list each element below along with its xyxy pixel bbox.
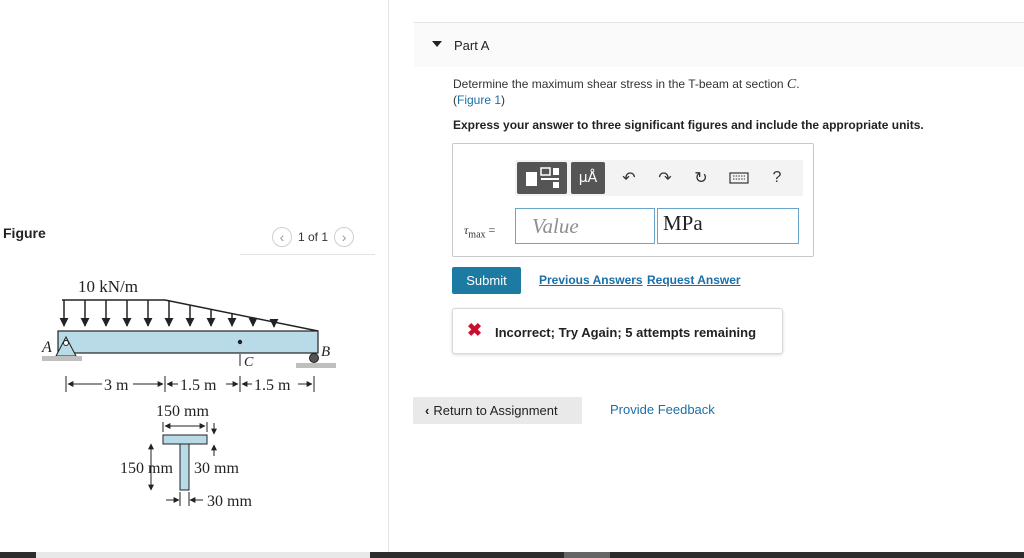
- instructions: Express your answer to three significant…: [453, 118, 924, 132]
- t-flange: [162, 434, 208, 445]
- web-thickness-label: 30 mm: [207, 493, 252, 510]
- return-label: Return to Assignment: [433, 403, 558, 418]
- flange-width-dim: [162, 422, 208, 432]
- question-prefix: Determine the maximum shear stress in th…: [453, 77, 787, 91]
- caret-down-icon: [432, 41, 442, 47]
- templates-button[interactable]: [517, 162, 567, 194]
- units-icon: μÅ: [578, 170, 598, 186]
- section-label: C: [244, 355, 254, 370]
- figure-pager: ‹ 1 of 1 ›: [272, 226, 355, 248]
- section-c-dot: [237, 339, 243, 345]
- next-figure-button[interactable]: ›: [334, 227, 355, 247]
- load-label: 10 kN/m: [78, 277, 138, 296]
- question-variable: C: [786, 77, 797, 92]
- units-input[interactable]: MPa: [657, 208, 799, 244]
- ground-a: [42, 356, 82, 361]
- bottom-scrollbar[interactable]: [0, 552, 1024, 558]
- keyboard-button[interactable]: [729, 168, 749, 188]
- figure-link-close: ): [501, 93, 506, 107]
- support-a-label: A: [41, 339, 52, 356]
- feedback-text: Incorrect; Try Again; 5 attempts remaini…: [495, 325, 757, 340]
- pager-text: 1 of 1: [298, 230, 329, 244]
- provide-feedback-link[interactable]: Provide Feedback: [610, 402, 715, 417]
- roller-support-b: [309, 353, 319, 363]
- web-height-label: 150 mm: [120, 460, 173, 477]
- figure-link[interactable]: Figure 1: [457, 93, 501, 107]
- question-suffix: .: [796, 77, 800, 91]
- flange-thickness-label: 30 mm: [194, 460, 239, 477]
- ground-b: [296, 363, 336, 368]
- redo-button[interactable]: ↷: [655, 168, 675, 188]
- undo-icon: ↶: [622, 170, 636, 187]
- answer-box: μÅ ↶ ↷ ↻ ? τmax = MPa: [452, 143, 814, 257]
- math-toolbar: μÅ ↶ ↷ ↻ ?: [515, 160, 803, 196]
- undo-button[interactable]: ↶: [619, 168, 639, 188]
- beam: [57, 330, 319, 354]
- prev-figure-button[interactable]: ‹: [272, 227, 292, 247]
- value-input[interactable]: [515, 208, 655, 244]
- figure-reference: (Figure 1): [453, 93, 505, 107]
- return-to-assignment-button[interactable]: ‹ Return to Assignment: [413, 397, 582, 424]
- panel-divider: [388, 0, 389, 552]
- support-b-label: B: [321, 344, 330, 360]
- figure-panel: Figure ‹ 1 of 1 › 10 kN/m C A B 3 m 1.5 …: [0, 0, 388, 552]
- keyboard-icon: [729, 172, 749, 184]
- templates-icon: [526, 167, 559, 188]
- figure-heading: Figure: [3, 225, 46, 241]
- pager-divider: [240, 254, 375, 255]
- variable-subscript: max: [468, 229, 486, 241]
- request-answer-link[interactable]: Request Answer: [647, 273, 741, 287]
- reset-button[interactable]: ↻: [691, 168, 711, 188]
- units-button[interactable]: μÅ: [571, 162, 605, 194]
- load-arrows: [59, 300, 279, 328]
- x-icon: ✖: [467, 320, 483, 340]
- dim-1-5m-b: 1.5 m: [254, 377, 291, 394]
- answer-variable: τmax =: [464, 223, 495, 240]
- feedback-message: ✖ Incorrect; Try Again; 5 attempts remai…: [452, 308, 783, 354]
- load-slope-line: [164, 299, 319, 332]
- help-button[interactable]: ?: [767, 168, 787, 188]
- figure-diagram: 10 kN/m C A B 3 m 1.5 m 1.5 m 150 mm 150…: [41, 277, 336, 510]
- dim-3m: 3 m: [104, 377, 129, 394]
- flange-width-label: 150 mm: [156, 403, 209, 420]
- part-title: Part A: [454, 38, 490, 53]
- help-icon: ?: [772, 169, 782, 186]
- redo-icon: ↷: [658, 170, 672, 187]
- part-a-header[interactable]: Part A: [414, 22, 1024, 67]
- question-text: Determine the maximum shear stress in th…: [453, 77, 800, 93]
- web-thickness-dim: [166, 492, 203, 506]
- t-web: [179, 443, 190, 491]
- equals-sign: =: [488, 223, 496, 237]
- submit-button[interactable]: Submit: [452, 267, 521, 294]
- reset-icon: ↻: [694, 170, 708, 187]
- chevron-left-icon: ‹: [425, 403, 430, 418]
- chevron-right-icon: ›: [341, 229, 347, 245]
- chevron-left-icon: ‹: [279, 229, 285, 245]
- previous-answers-link[interactable]: Previous Answers: [539, 273, 643, 287]
- dim-1-5m-a: 1.5 m: [180, 377, 217, 394]
